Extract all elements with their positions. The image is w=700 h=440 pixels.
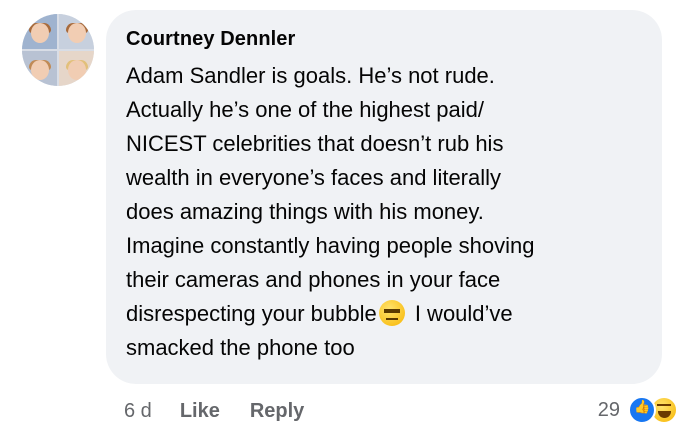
avatar-photo-1 [22, 14, 57, 49]
comment-line-part: disrespecting your bubble [126, 301, 377, 326]
comment-bubble: Courtney Dennler Adam Sandler is goals. … [106, 10, 662, 384]
comment-line: smacked the phone too [126, 335, 355, 360]
comment-line: their cameras and phones in your face [126, 267, 501, 292]
avatar-photo-3 [22, 51, 57, 86]
comment-line: Actually he’s one of the highest paid/ [126, 97, 484, 122]
comment-timestamp[interactable]: 6 d [124, 400, 152, 423]
comment-line: Adam Sandler is goals. He’s not rude. [126, 63, 495, 88]
reply-button[interactable]: Reply [250, 400, 304, 423]
comment-line: does amazing things with his money. [126, 199, 484, 224]
comment-text: Adam Sandler is goals. He’s not rude. Ac… [126, 59, 638, 365]
comment-line: NICEST celebrities that doesn’t rub his [126, 131, 504, 156]
like-reaction-icon [628, 396, 656, 424]
comment-line: disrespecting your bubble I would’ve [126, 297, 638, 331]
expressionless-face-emoji [378, 300, 405, 326]
comment-actions: 6 d Like Reply [124, 400, 334, 423]
avatar-photo-2 [59, 14, 94, 49]
avatar-photo-4 [59, 51, 94, 86]
reactions-summary[interactable]: 29 [598, 396, 678, 424]
comment-line-part: I would’ve [408, 301, 513, 326]
avatar[interactable] [22, 14, 94, 86]
like-button[interactable]: Like [180, 400, 220, 423]
comment-author[interactable]: Courtney Dennler [126, 28, 638, 51]
reaction-count: 29 [597, 398, 620, 421]
comment-line: Imagine constantly having people shoving [126, 233, 535, 258]
comment-line: wealth in everyone’s faces and literally [126, 165, 502, 190]
